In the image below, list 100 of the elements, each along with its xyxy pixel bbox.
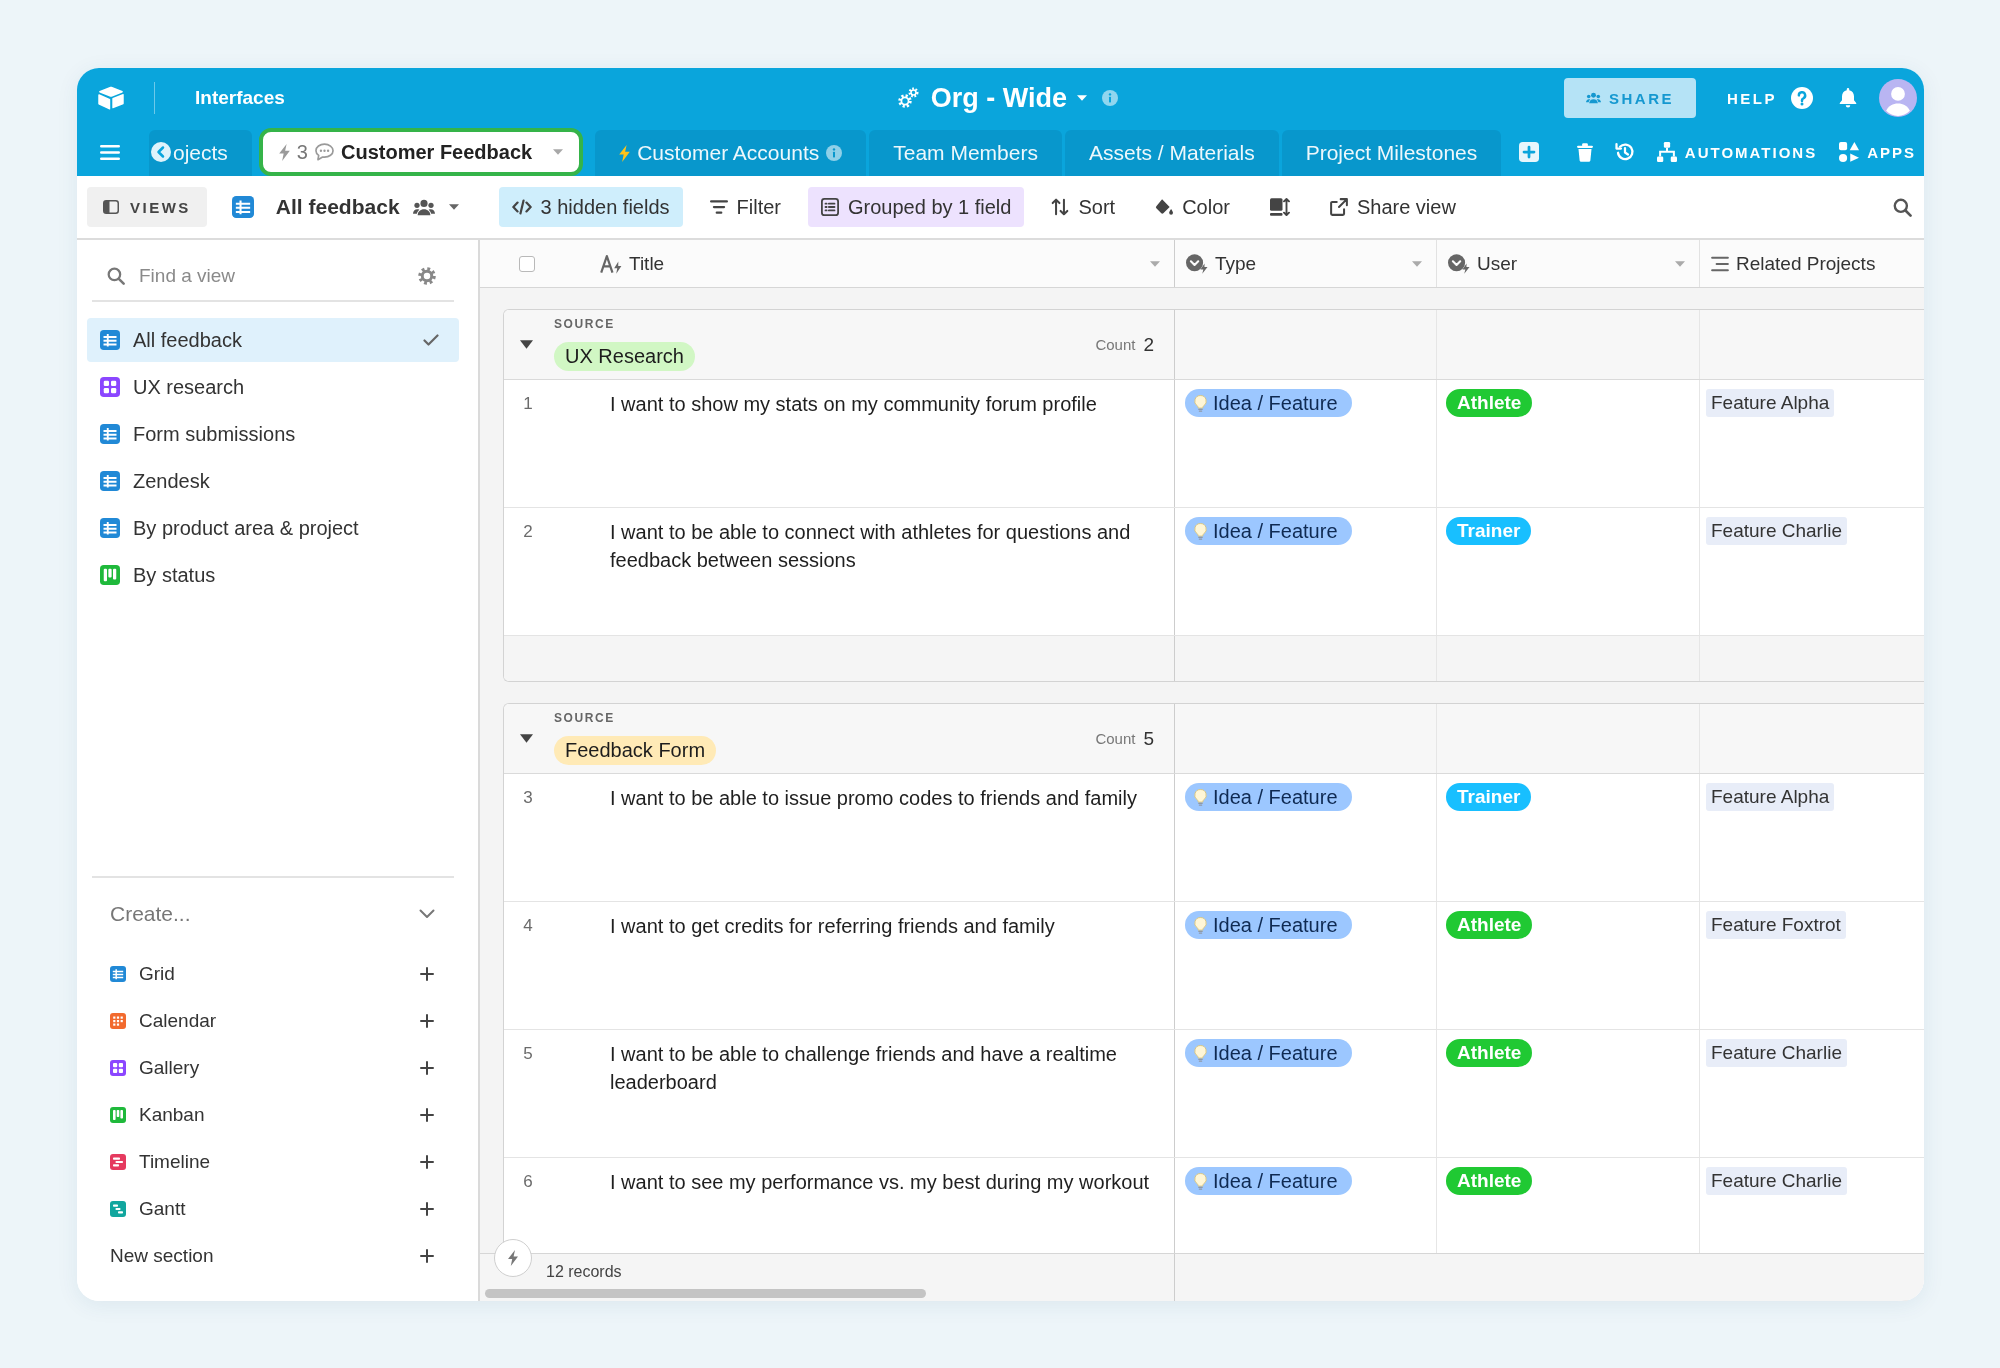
tab-count: 3 [296,140,308,164]
scroll-left-icon[interactable] [151,142,171,162]
sort-button[interactable]: Sort [1038,187,1129,227]
count-value: 5 [1143,727,1154,750]
linked-record-chip[interactable]: Feature Charlie [1706,517,1847,545]
timeline-icon [110,1153,126,1170]
gallery-icon [110,1059,126,1076]
linked-record-chip[interactable]: Feature Alpha [1706,389,1835,417]
plus-icon [420,1248,434,1263]
view-item[interactable]: Zendesk [87,459,459,503]
info-icon[interactable] [1102,90,1119,106]
plus-icon [420,1154,434,1169]
calendar-icon [110,1012,126,1029]
help-icon [1791,87,1813,109]
column-header[interactable]: Related Projects [1699,240,1924,287]
grid-icon [100,424,120,444]
grid-icon [110,965,126,982]
hidden-fields-button[interactable]: 3 hidden fields [498,187,683,227]
view-item[interactable]: UX research [87,365,459,409]
shapes-icon [1839,142,1860,162]
linked-record-chip[interactable]: Feature Foxtrot [1706,911,1846,939]
user-tag: Trainer [1446,783,1532,811]
horizontal-scrollbar[interactable] [485,1289,926,1298]
row-number: 2 [522,521,534,543]
create-view-item[interactable]: Calendar [92,997,454,1044]
new-section-button[interactable]: New section [92,1232,454,1279]
list-icon [821,198,839,216]
hierarchy-icon [1656,142,1677,162]
row-number: 5 [522,1043,534,1065]
record-title: I want to be able to connect with athletes for questions and feedback between sessions [610,520,1132,573]
linked-record-chip[interactable]: Feature Charlie [1706,1039,1847,1067]
settings-icon[interactable] [418,267,436,285]
share-view-button[interactable]: Share view [1316,187,1469,227]
column-header[interactable]: Title [600,240,1174,287]
caret-icon [1150,260,1160,267]
caret-icon [1675,260,1685,267]
grid-icon [100,330,120,350]
grid-icon [100,471,120,491]
select-field-icon [1448,253,1470,274]
column-header[interactable]: Type [1174,240,1436,287]
record-title: I want to be able to issue promo codes to friends and family [610,786,1137,811]
record-title: I want to be able to challenge friends and have a realtime leaderboard [610,1042,1118,1095]
lightbulb-icon [1194,522,1207,540]
caret-icon[interactable] [520,340,533,349]
menu-icon[interactable] [100,143,120,161]
view-item[interactable]: Form submissions [87,412,459,456]
view-item[interactable]: By product area & project [87,506,459,550]
code-icon [511,199,532,215]
create-view-item[interactable]: Gantt [92,1185,454,1232]
create-view-item[interactable]: Kanban [92,1091,454,1138]
search-icon[interactable] [1893,197,1912,217]
color-button[interactable]: Color [1142,187,1243,227]
trash-icon[interactable] [1576,142,1593,162]
caret-icon [448,204,459,210]
check-icon [423,334,439,346]
logo-icon [98,86,124,110]
type-label: Idea / Feature [1213,519,1338,543]
kanban-icon [100,565,120,585]
create-section-toggle[interactable]: Create... [92,878,454,950]
type-label: Idea / Feature [1213,785,1338,809]
bell-icon[interactable] [1839,88,1857,108]
row-number: 1 [522,393,534,415]
group-button[interactable]: Grouped by 1 field [808,187,1025,227]
create-view-item[interactable]: Grid [92,950,454,997]
plus-icon[interactable] [1519,142,1540,162]
create-view-item[interactable]: Timeline [92,1138,454,1185]
lightbulb-icon [1194,916,1207,934]
plus-icon [420,1013,434,1028]
record-title: I want to show my stats on my community forum profile [610,392,1097,417]
table-tab[interactable]: 3 Customer Feedback [258,128,584,176]
caret-icon[interactable] [520,734,533,743]
grid-icon [231,196,254,218]
row-number: 6 [522,1171,534,1193]
text-field-icon [600,253,622,274]
source-tag: UX Research [554,342,695,371]
view-search-field[interactable]: Find a view [139,262,408,290]
user-tag: Trainer [1446,517,1532,545]
gallery-icon [100,377,120,397]
views-button[interactable]: VIEWS [87,187,207,227]
record-title: I want to see my performance vs. my best during my workout [610,1170,1150,1195]
plus-icon [420,1107,434,1122]
search-icon [107,267,125,285]
view-switcher[interactable]: All feedback [231,195,459,219]
select-all-checkbox[interactable] [519,255,535,272]
lightning-button[interactable] [494,1239,532,1277]
people-icon [412,198,435,216]
view-item[interactable]: All feedback [87,318,459,362]
lightbulb-icon [1194,1044,1207,1062]
kanban-icon [110,1106,126,1123]
linked-record-chip[interactable]: Feature Alpha [1706,783,1835,811]
column-header[interactable]: User [1436,240,1699,287]
avatar-icon[interactable] [1879,79,1917,117]
view-item[interactable]: By status [87,553,459,597]
plus-icon [420,1201,434,1216]
filter-button[interactable]: Filter [696,187,794,227]
linked-record-chip[interactable]: Feature Charlie [1706,1167,1847,1195]
history-icon[interactable] [1614,142,1635,162]
user-tag: Athlete [1446,911,1533,939]
create-view-item[interactable]: Gallery [92,1044,454,1091]
caret-icon [1412,260,1422,267]
